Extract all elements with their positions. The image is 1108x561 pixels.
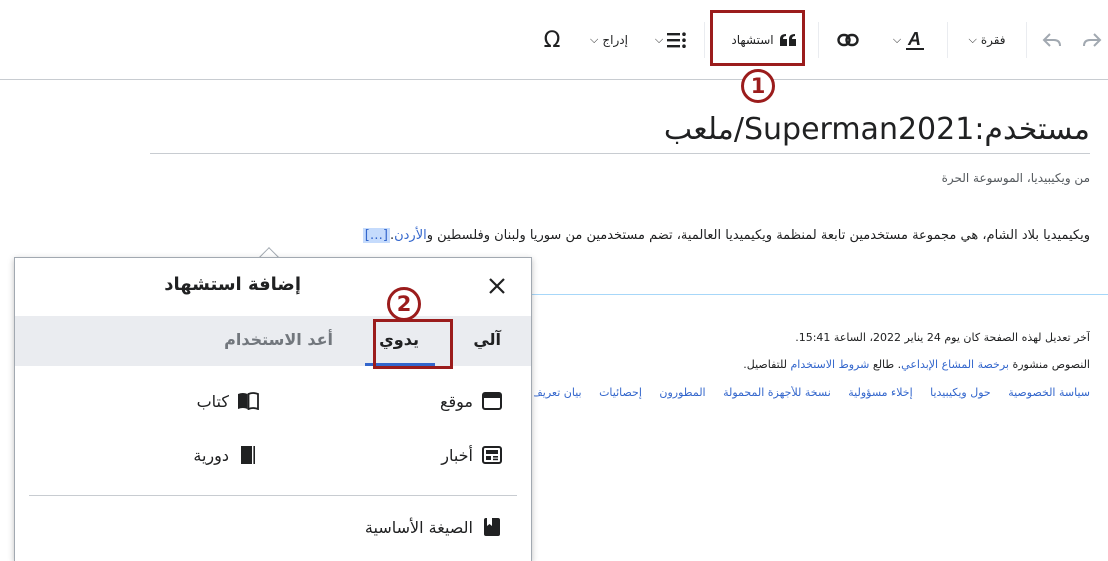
undo-button[interactable] <box>1040 14 1064 66</box>
insert-dropdown[interactable]: ⌵ إدراج <box>578 14 640 66</box>
chevron-down-icon: ⌵ <box>892 33 902 46</box>
license-prefix: النصوص منشورة <box>1008 358 1090 371</box>
template-website[interactable]: موقع <box>440 390 503 412</box>
template-news-label: أخبار <box>441 445 473 465</box>
reference-marker[interactable]: […] <box>362 228 390 243</box>
article-paragraph: ويكيميديا بلاد الشام، هي مجموعة مستخدمين… <box>362 228 1090 243</box>
footer-link-privacy[interactable]: سياسة الخصوصية <box>1008 386 1090 399</box>
redo-icon <box>1082 32 1102 48</box>
template-basic[interactable]: الصيغة الأساسية <box>365 516 503 538</box>
chevron-down-icon: ⌵ <box>590 33 599 46</box>
page-title: مستخدم:Superman2021/ملعب <box>663 112 1090 147</box>
svg-text:A: A <box>907 29 921 49</box>
options-divider <box>29 495 517 496</box>
template-journal[interactable]: دورية <box>193 444 259 466</box>
citation-tabs: آلي يدوي أعد الاستخدام <box>15 316 531 366</box>
dialog-title: إضافة استشهاد <box>164 274 301 295</box>
annotation-highlight-manual-tab <box>373 319 453 369</box>
template-book-label: كتاب <box>196 391 229 411</box>
article-link-jordan[interactable]: الأردن <box>394 228 427 243</box>
close-button[interactable] <box>483 272 511 300</box>
annotation-badge-2: 2 <box>387 287 421 321</box>
template-journal-label: دورية <box>193 445 229 465</box>
list-icon <box>667 31 687 49</box>
toolbar-separator <box>947 22 948 58</box>
article-text: ويكيميديا بلاد الشام، هي مجموعة مستخدمين… <box>426 228 1090 243</box>
footer-links: سياسة الخصوصية حول ويكيبيديا إخلاء مسؤول… <box>534 386 1090 399</box>
license-mid: . طالع <box>869 358 902 371</box>
footer-link-statistics[interactable]: إحصائيات <box>599 386 642 399</box>
journal-icon <box>237 444 259 466</box>
paragraph-dropdown[interactable]: ⌵ فقرة <box>957 14 1017 66</box>
license-suffix: للتفاصيل. <box>743 358 791 371</box>
text-style-dropdown[interactable]: ⌵ A <box>880 14 938 66</box>
redo-button[interactable] <box>1080 14 1104 66</box>
footer-link-disclaimer[interactable]: إخلاء مسؤولية <box>848 386 912 399</box>
chevron-down-icon: ⌵ <box>654 33 664 46</box>
toolbar-separator <box>1026 22 1027 58</box>
dialog-header: إضافة استشهاد <box>15 258 531 316</box>
link-button[interactable] <box>832 14 864 66</box>
link-icon <box>837 33 859 47</box>
insert-label: إدراج <box>602 33 628 47</box>
toolbar-separator <box>704 22 705 58</box>
browser-window-icon <box>481 390 503 412</box>
footer-link-mobile[interactable]: نسخة للأجهزة المحمولة <box>723 386 831 399</box>
license-link[interactable]: برخصة المشاع الإبداعي <box>901 358 1009 371</box>
editor-toolbar: ⌵ فقرة ⌵ A استشهاد ⌵ ⌵ إدراج Ω <box>0 0 1108 80</box>
chevron-down-icon: ⌵ <box>968 33 977 46</box>
footer-link-about[interactable]: حول ويكيبيديا <box>930 386 991 399</box>
footer-license: النصوص منشورة برخصة المشاع الإبداعي. طال… <box>534 358 1090 371</box>
footer-link-developers[interactable]: المطورون <box>659 386 705 399</box>
template-book[interactable]: كتاب <box>197 390 259 412</box>
special-character-button[interactable]: Ω <box>536 14 568 66</box>
close-icon <box>488 277 506 295</box>
page-tagline: من ويكيبيديا، الموسوعة الحرة <box>941 171 1090 185</box>
text-style-icon: A <box>905 29 925 51</box>
template-basic-label: الصيغة الأساسية <box>364 517 473 537</box>
footer-last-edit: آخر تعديل لهذه الصفحة كان يوم 24 يناير 2… <box>795 331 1090 344</box>
tab-reuse[interactable]: أعد الاستخدام <box>224 330 333 349</box>
footer-link-cookies[interactable]: بيان تعريف الكعكات <box>534 386 582 399</box>
undo-icon <box>1042 32 1062 48</box>
paragraph-label: فقرة <box>980 33 1006 47</box>
toolbar-separator <box>818 22 819 58</box>
annotation-highlight-citation <box>710 10 805 66</box>
template-website-label: موقع <box>440 391 473 411</box>
annotation-badge-1: 1 <box>741 69 775 103</box>
tab-automatic[interactable]: آلي <box>473 330 501 349</box>
title-divider <box>150 153 1090 154</box>
footer-divider <box>530 294 1108 295</box>
book-icon <box>237 390 259 412</box>
list-dropdown[interactable]: ⌵ <box>648 14 694 66</box>
terms-link[interactable]: شروط الاستخدام <box>790 358 869 371</box>
add-citation-dialog: إضافة استشهاد آلي يدوي أعد الاستخدام موق… <box>14 257 532 561</box>
bookmark-book-icon <box>481 516 503 538</box>
newspaper-icon <box>481 444 503 466</box>
template-news[interactable]: أخبار <box>441 444 503 466</box>
omega-icon: Ω <box>543 27 561 53</box>
